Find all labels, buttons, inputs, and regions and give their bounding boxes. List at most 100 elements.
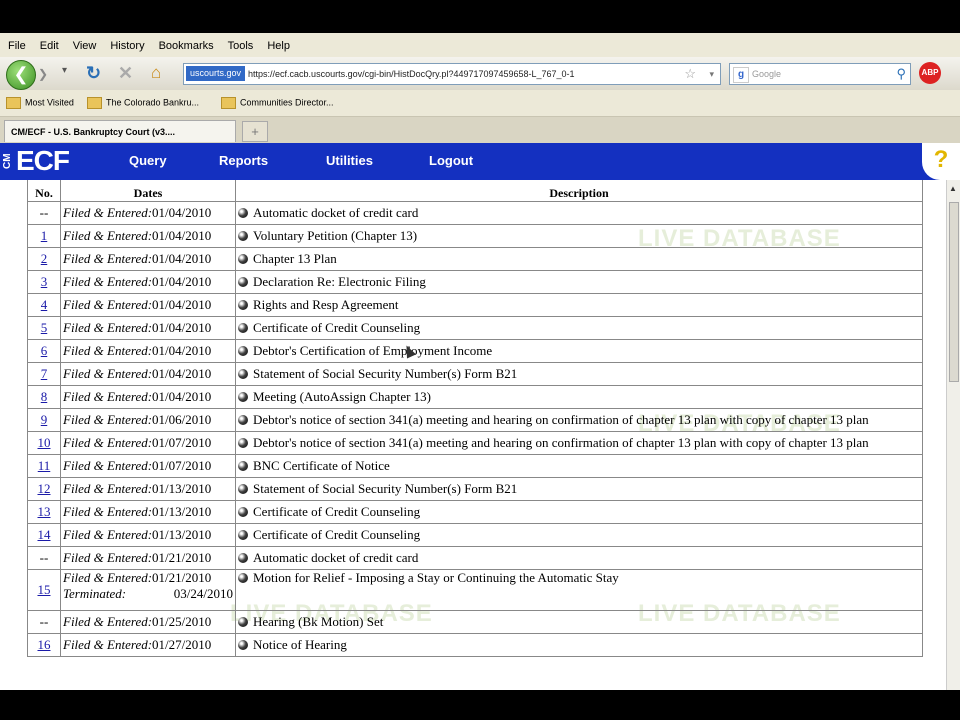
bookmark-label: Most Visited <box>25 97 74 108</box>
menu-file[interactable]: File <box>8 40 26 52</box>
filed-date: 01/04/2010 <box>152 366 212 381</box>
tab-title: CM/ECF - U.S. Bankruptcy Court (v3.... <box>11 127 176 137</box>
description-text: Rights and Resp Agreement <box>253 297 399 312</box>
home-icon[interactable]: ⌂ <box>151 63 161 83</box>
doc-number-link[interactable]: 1 <box>41 228 48 243</box>
nav-logout[interactable]: Logout <box>429 153 473 168</box>
doc-number-link[interactable]: 5 <box>41 320 48 335</box>
bookmark-colorado-bankruptcy[interactable]: The Colorado Bankru... <box>87 97 199 109</box>
video-bottom-border <box>0 690 960 720</box>
description-cell: Certificate of Credit Counseling <box>235 500 923 524</box>
tab-strip: CM/ECF - U.S. Bankruptcy Court (v3.... + <box>0 117 960 143</box>
bookmark-most-visited[interactable]: Most Visited <box>6 97 74 109</box>
header-no: No. <box>27 180 61 202</box>
doc-number-link[interactable]: 10 <box>38 435 51 450</box>
bullet-icon <box>238 484 248 494</box>
header-description: Description <box>235 180 923 202</box>
bullet-icon <box>238 461 248 471</box>
doc-number-link[interactable]: 7 <box>41 366 48 381</box>
doc-number-link[interactable]: 14 <box>38 527 51 542</box>
date-cell: Filed & Entered:01/04/2010 <box>60 247 236 271</box>
menu-edit[interactable]: Edit <box>40 40 59 52</box>
description-cell: Notice of Hearing <box>235 633 923 657</box>
tab-cmecf[interactable]: CM/ECF - U.S. Bankruptcy Court (v3.... <box>4 120 236 142</box>
nav-reports[interactable]: Reports <box>219 153 268 168</box>
table-header: No. Dates Description <box>27 180 923 202</box>
bookmark-label: The Colorado Bankru... <box>106 97 200 108</box>
docket-table: No. Dates Description -- Filed & Entered:… <box>27 180 923 657</box>
doc-number-link[interactable]: 6 <box>41 343 48 358</box>
bullet-icon <box>238 553 248 563</box>
doc-number-cell: 3 <box>27 270 61 294</box>
bookmarks-toolbar: Most Visited The Colorado Bankru... Comm… <box>0 90 960 117</box>
filed-label: Filed & Entered: <box>63 614 153 629</box>
history-dropdown-icon[interactable]: ▾ <box>62 65 67 76</box>
filed-label: Filed & Entered: <box>63 412 153 427</box>
doc-number-link[interactable]: 9 <box>41 412 48 427</box>
new-tab-button[interactable]: + <box>242 121 268 142</box>
bookmark-communities-directory[interactable]: Communities Director... <box>221 97 334 109</box>
date-cell: Filed & Entered:01/13/2010 <box>60 523 236 547</box>
search-input[interactable]: g Google ⚲ <box>729 63 911 85</box>
forward-arrow-icon[interactable]: ❯ <box>38 65 56 83</box>
date-cell: Filed & Entered:01/07/2010 <box>60 454 236 478</box>
doc-number-link[interactable]: 13 <box>38 504 51 519</box>
menu-help[interactable]: Help <box>267 40 290 52</box>
stop-icon[interactable]: ✕ <box>118 63 133 84</box>
menu-history[interactable]: History <box>110 40 144 52</box>
doc-number-link[interactable]: 11 <box>38 458 51 473</box>
doc-number-cell: 15 <box>27 569 61 611</box>
doc-number-link[interactable]: 12 <box>38 481 51 496</box>
doc-number-cell: 7 <box>27 362 61 386</box>
table-row: 5 Filed & Entered:01/04/2010 Certificate o… <box>27 316 923 340</box>
filed-label: Filed & Entered: <box>63 343 153 358</box>
doc-number-link[interactable]: 8 <box>41 389 48 404</box>
table-row: 7 Filed & Entered:01/04/2010 Statement of … <box>27 362 923 386</box>
url-dropdown-icon[interactable]: ▾ <box>709 64 714 84</box>
doc-number-link[interactable]: 4 <box>41 297 48 312</box>
bullet-icon <box>238 415 248 425</box>
adblock-icon[interactable]: ABP <box>919 62 941 84</box>
filed-date: 01/04/2010 <box>152 274 212 289</box>
description-cell: Automatic docket of credit card <box>235 201 923 225</box>
date-cell: Filed & Entered:01/27/2010 <box>60 633 236 657</box>
table-row: 10 Filed & Entered:01/07/2010 Debtor's not… <box>27 431 923 455</box>
search-placeholder: Google <box>752 69 782 79</box>
vertical-scrollbar[interactable]: ▲ <box>946 180 960 690</box>
search-icon[interactable]: ⚲ <box>896 64 906 84</box>
description-text: Debtor's Certification of Employment Inc… <box>253 343 493 358</box>
nav-utilities[interactable]: Utilities <box>326 153 373 168</box>
help-icon[interactable]: ? <box>922 143 960 180</box>
table-row: -- Filed & Entered:01/21/2010 Automatic do… <box>27 546 923 570</box>
nav-query[interactable]: Query <box>129 153 167 168</box>
url-bar[interactable]: uscourts.gov https://ecf.cacb.uscourts.go… <box>183 63 721 85</box>
scroll-thumb[interactable] <box>949 202 959 382</box>
doc-number-link[interactable]: 15 <box>38 582 51 597</box>
menu-bookmarks[interactable]: Bookmarks <box>159 40 214 52</box>
doc-number-link[interactable]: 16 <box>38 637 51 652</box>
doc-number-link[interactable]: 3 <box>41 274 48 289</box>
bullet-icon <box>238 208 248 218</box>
menu-tools[interactable]: Tools <box>228 40 254 52</box>
date-cell: Filed & Entered:01/04/2010 <box>60 201 236 225</box>
filed-label: Filed & Entered: <box>63 251 153 266</box>
google-icon[interactable]: g <box>733 67 749 83</box>
site-identity-button[interactable]: uscourts.gov <box>186 66 246 81</box>
back-arrow-icon[interactable]: ❮ <box>6 60 36 90</box>
description-text: Debtor's notice of section 341(a) meetin… <box>253 435 869 450</box>
scroll-up-icon[interactable]: ▲ <box>949 184 957 193</box>
bookmark-star-icon[interactable]: ☆ <box>684 64 696 84</box>
doc-number-link[interactable]: 2 <box>41 251 48 266</box>
description-text: Declaration Re: Electronic Filing <box>253 274 426 289</box>
date-cell: Filed & Entered:01/04/2010 <box>60 339 236 363</box>
bullet-icon <box>238 392 248 402</box>
url-text: https://ecf.cacb.uscourts.gov/cgi-bin/Hi… <box>248 69 575 79</box>
menu-view[interactable]: View <box>73 40 97 52</box>
filed-date: 01/13/2010 <box>152 504 212 519</box>
reload-icon[interactable]: ↻ <box>86 63 101 84</box>
doc-number-cell: 16 <box>27 633 61 657</box>
date-cell: Filed & Entered:01/07/2010 <box>60 431 236 455</box>
filed-date: 01/07/2010 <box>152 458 212 473</box>
filed-date: 01/13/2010 <box>152 481 212 496</box>
filed-label: Filed & Entered: <box>63 458 153 473</box>
